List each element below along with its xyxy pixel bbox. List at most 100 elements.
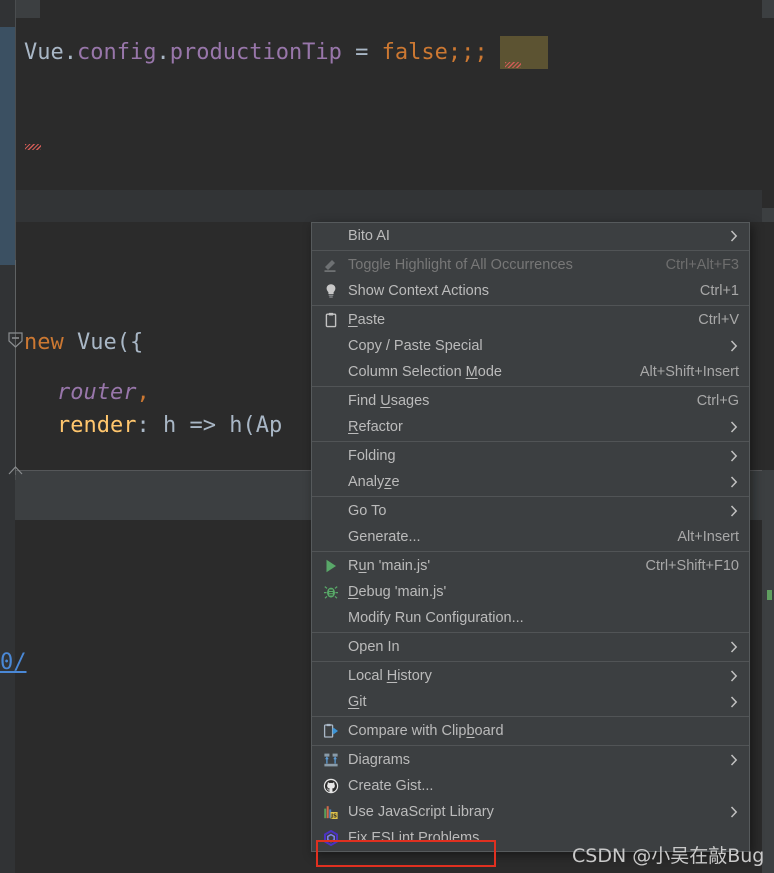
- vcs-change-marker[interactable]: [0, 27, 15, 265]
- editor-context-menu[interactable]: Bito AI Toggle Highlight of All Occurrenc…: [311, 222, 750, 852]
- menu-item-toggle-highlight-of-all-occurrences: Toggle Highlight of All Occurrences Ctrl+…: [312, 252, 749, 278]
- menu-item-diagrams[interactable]: Diagrams: [312, 747, 749, 773]
- chevron-right-icon: [729, 450, 739, 462]
- diagrams-icon: [320, 751, 342, 769]
- menu-item-label: Local History: [348, 668, 432, 684]
- code-token-arrow-expr: h => h(Ap: [162, 413, 283, 438]
- code-token-productiontip: productionTip: [169, 40, 342, 65]
- menu-item-label: Run 'main.js': [348, 558, 431, 574]
- menu-icon-placeholder: [320, 473, 342, 491]
- clipboard-icon: [320, 311, 342, 329]
- menu-item-label: Find Usages: [348, 393, 430, 409]
- menu-separator: [312, 551, 749, 552]
- menu-item-use-javascript-library[interactable]: JS Use JavaScript Library: [312, 799, 749, 825]
- menu-item-label: Analyze: [348, 474, 400, 490]
- menu-separator: [312, 632, 749, 633]
- menu-item-local-history[interactable]: Local History: [312, 663, 749, 689]
- menu-icon-placeholder: [320, 392, 342, 410]
- menu-item-go-to[interactable]: Go To: [312, 498, 749, 524]
- menu-item-shortcut: Ctrl+Shift+F10: [645, 558, 740, 574]
- menu-item-generate[interactable]: Generate... Alt+Insert: [312, 524, 749, 550]
- menu-item-label: Use JavaScript Library: [348, 804, 494, 820]
- menu-item-shortcut: Ctrl+1: [699, 283, 739, 299]
- menu-item-refactor[interactable]: Refactor: [312, 414, 749, 440]
- code-fold-rail: [15, 260, 16, 475]
- menu-item-show-context-actions[interactable]: Show Context Actions Ctrl+1: [312, 278, 749, 304]
- code-token-render-key: render: [57, 413, 137, 438]
- code-token-config: config: [77, 40, 157, 65]
- code-token-router: router: [57, 380, 137, 405]
- menu-item-label: Generate...: [348, 529, 421, 545]
- menu-icon-placeholder: [320, 418, 342, 436]
- menu-item-label: Copy / Paste Special: [348, 338, 483, 354]
- menu-item-shortcut: Ctrl+G: [696, 393, 739, 409]
- menu-item-find-usages[interactable]: Find Usages Ctrl+G: [312, 388, 749, 414]
- rail-segment-upper: [762, 18, 774, 208]
- menu-separator: [312, 661, 749, 662]
- menu-item-compare-with-clipboard[interactable]: Compare with Clipboard: [312, 718, 749, 744]
- menu-icon-placeholder: [320, 667, 342, 685]
- menu-icon-placeholder: [320, 693, 342, 711]
- compare-clipboard-icon: [320, 722, 342, 740]
- menu-item-copy-paste-special[interactable]: Copy / Paste Special: [312, 333, 749, 359]
- menu-item-bito-ai[interactable]: Bito AI: [312, 223, 749, 249]
- error-squiggle-line: [25, 144, 41, 150]
- fold-end-icon[interactable]: [7, 462, 24, 479]
- menu-item-label: Bito AI: [348, 228, 390, 244]
- code-token-colon: :: [136, 413, 163, 438]
- code-line-3: router,: [57, 380, 150, 405]
- eslint-icon: [320, 829, 342, 847]
- menu-item-shortcut: Ctrl+V: [698, 312, 739, 328]
- chevron-right-icon: [729, 230, 739, 242]
- menu-item-debug-main-js[interactable]: Debug 'main.js': [312, 579, 749, 605]
- menu-icon-placeholder: [320, 638, 342, 656]
- code-line-2: new Vue({: [24, 330, 143, 355]
- menu-separator: [312, 496, 749, 497]
- watermark-text: CSDN @小吴在敲Bug: [572, 845, 765, 867]
- menu-item-folding[interactable]: Folding: [312, 443, 749, 469]
- menu-item-modify-run-configuration[interactable]: Modify Run Configuration...: [312, 605, 749, 631]
- menu-item-label: Modify Run Configuration...: [348, 610, 524, 626]
- code-token-semicolon: ;: [447, 40, 462, 65]
- code-token-open-brace: ({: [116, 330, 144, 355]
- menu-icon-placeholder: [320, 609, 342, 627]
- menu-item-shortcut: Alt+Insert: [677, 529, 739, 545]
- debug-bug-icon: [320, 583, 342, 601]
- editor-scrollbar-rail[interactable]: [762, 0, 774, 873]
- menu-item-shortcut: Alt+Shift+Insert: [639, 364, 739, 380]
- chevron-right-icon: [729, 754, 739, 766]
- editor-link-fragment[interactable]: 0/: [0, 650, 27, 675]
- menu-item-label: Refactor: [348, 419, 403, 435]
- menu-item-label: Debug 'main.js': [348, 584, 447, 600]
- code-token-dot2: .: [156, 40, 170, 65]
- menu-separator: [312, 386, 749, 387]
- code-token-new: new: [24, 330, 64, 355]
- menu-item-paste[interactable]: Paste Ctrl+V: [312, 307, 749, 333]
- chevron-right-icon: [729, 421, 739, 433]
- fold-collapse-icon[interactable]: [7, 332, 24, 349]
- code-token-object: Vue: [24, 40, 64, 65]
- code-line-4: render: h => h(Ap: [57, 413, 282, 438]
- editor-gutter[interactable]: [0, 0, 15, 873]
- code-token-equals: =: [341, 40, 382, 65]
- menu-item-analyze[interactable]: Analyze: [312, 469, 749, 495]
- menu-item-label: Folding: [348, 448, 396, 464]
- chevron-right-icon: [729, 641, 739, 653]
- chevron-right-icon: [729, 505, 739, 517]
- menu-item-create-gist[interactable]: Create Gist...: [312, 773, 749, 799]
- menu-icon-placeholder: [320, 447, 342, 465]
- code-token-dot1: .: [63, 40, 77, 65]
- menu-item-label: Git: [348, 694, 367, 710]
- menu-item-git[interactable]: Git: [312, 689, 749, 715]
- menu-separator: [312, 441, 749, 442]
- menu-item-label: Paste: [348, 312, 386, 328]
- menu-icon-placeholder: [320, 227, 342, 245]
- menu-item-label: Compare with Clipboard: [348, 723, 504, 739]
- menu-item-run-main-js[interactable]: Run 'main.js' Ctrl+Shift+F10: [312, 553, 749, 579]
- menu-icon-placeholder: [320, 528, 342, 546]
- menu-item-column-selection-mode[interactable]: Column Selection Mode Alt+Shift+Insert: [312, 359, 749, 385]
- chevron-right-icon: [729, 806, 739, 818]
- rail-marker-tick[interactable]: [767, 590, 772, 600]
- menu-item-open-in[interactable]: Open In: [312, 634, 749, 660]
